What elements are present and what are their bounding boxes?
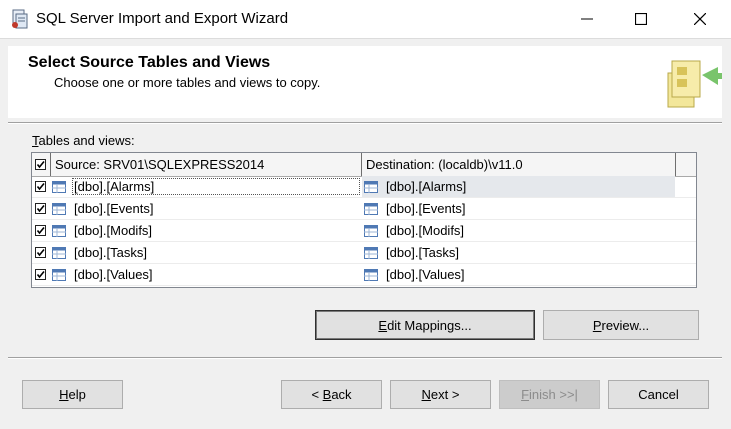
- table-icon: [52, 203, 66, 215]
- source-cell[interactable]: [dbo].[Values]: [52, 264, 361, 285]
- table-row[interactable]: [dbo].[Alarms] [dbo].[Alarms]: [32, 176, 696, 198]
- maximize-button[interactable]: [617, 0, 665, 38]
- source-column-header[interactable]: Source: SRV01\SQLEXPRESS2014: [50, 153, 362, 176]
- source-table-name: [dbo].[Values]: [74, 267, 153, 282]
- source-table-name: [dbo].[Modifs]: [74, 223, 153, 238]
- source-cell[interactable]: [dbo].[Modifs]: [52, 220, 361, 241]
- close-button[interactable]: [676, 0, 724, 38]
- maximize-icon: [635, 13, 647, 25]
- back-button[interactable]: < Back: [281, 380, 382, 409]
- next-button[interactable]: Next >: [390, 380, 491, 409]
- wizard-app-icon: [10, 9, 30, 29]
- minimize-icon: [581, 18, 593, 20]
- tables-grid[interactable]: Source: SRV01\SQLEXPRESS2014 Destination…: [31, 152, 697, 288]
- table-icon: [364, 247, 378, 259]
- table-icon: [364, 181, 378, 193]
- tables-and-views-label: Tables and views:: [32, 133, 135, 148]
- table-icon: [52, 269, 66, 281]
- table-icon: [364, 225, 378, 237]
- table-row[interactable]: [dbo].[Events] [dbo].[Events]: [32, 198, 696, 220]
- minimize-button[interactable]: [563, 0, 611, 38]
- wizard-header: Select Source Tables and Views Choose on…: [8, 46, 722, 118]
- header-divider: [8, 122, 722, 124]
- select-all-cell: [32, 153, 52, 176]
- source-cell[interactable]: [dbo].[Tasks]: [52, 242, 361, 263]
- page-title: Select Source Tables and Views: [28, 54, 271, 71]
- table-row[interactable]: [dbo].[Values] [dbo].[Values]: [32, 264, 696, 286]
- destination-cell[interactable]: [dbo].[Tasks]: [362, 242, 675, 263]
- table-row[interactable]: [dbo].[Modifs] [dbo].[Modifs]: [32, 220, 696, 242]
- destination-cell[interactable]: [dbo].[Modifs]: [362, 220, 675, 241]
- source-table-name: [dbo].[Tasks]: [74, 245, 147, 260]
- help-button[interactable]: Help: [22, 380, 123, 409]
- title-bar: SQL Server Import and Export Wizard: [0, 0, 731, 39]
- destination-cell[interactable]: [dbo].[Values]: [362, 264, 675, 285]
- destination-cell[interactable]: [dbo].[Events]: [362, 198, 675, 219]
- destination-table-name: [dbo].[Tasks]: [386, 245, 459, 260]
- table-icon: [52, 181, 66, 193]
- source-table-name: [dbo].[Alarms]: [74, 179, 155, 194]
- row-checkbox[interactable]: [35, 247, 46, 258]
- edit-mappings-button[interactable]: Edit Mappings...: [315, 310, 535, 340]
- source-cell[interactable]: [dbo].[Events]: [52, 198, 361, 219]
- table-icon: [52, 225, 66, 237]
- destination-cell[interactable]: [dbo].[Alarms]: [362, 176, 675, 197]
- row-checkbox[interactable]: [35, 181, 46, 192]
- source-cell[interactable]: [dbo].[Alarms]: [52, 176, 361, 197]
- destination-table-name: [dbo].[Alarms]: [386, 179, 467, 194]
- table-icon: [52, 247, 66, 259]
- source-table-name: [dbo].[Events]: [74, 201, 154, 216]
- table-row[interactable]: [dbo].[Tasks] [dbo].[Tasks]: [32, 242, 696, 264]
- table-icon: [364, 269, 378, 281]
- window-title: SQL Server Import and Export Wizard: [36, 10, 289, 27]
- destination-column-header[interactable]: Destination: (localdb)\v11.0: [362, 153, 676, 176]
- cancel-button[interactable]: Cancel: [608, 380, 709, 409]
- finish-button[interactable]: Finish >>|: [499, 380, 600, 409]
- row-checkbox[interactable]: [35, 203, 46, 214]
- row-checkbox[interactable]: [35, 225, 46, 236]
- select-all-checkbox[interactable]: [35, 159, 46, 170]
- grid-header: Source: SRV01\SQLEXPRESS2014 Destination…: [32, 153, 696, 177]
- row-checkbox[interactable]: [35, 269, 46, 280]
- table-icon: [364, 203, 378, 215]
- preview-button[interactable]: Preview...: [543, 310, 699, 340]
- destination-table-name: [dbo].[Values]: [386, 267, 465, 282]
- wizard-header-graphic: [662, 51, 722, 113]
- close-icon: [694, 13, 706, 25]
- destination-table-name: [dbo].[Modifs]: [386, 223, 465, 238]
- destination-table-name: [dbo].[Events]: [386, 201, 466, 216]
- footer-divider: [8, 357, 722, 359]
- page-subtitle: Choose one or more tables and views to c…: [54, 75, 321, 90]
